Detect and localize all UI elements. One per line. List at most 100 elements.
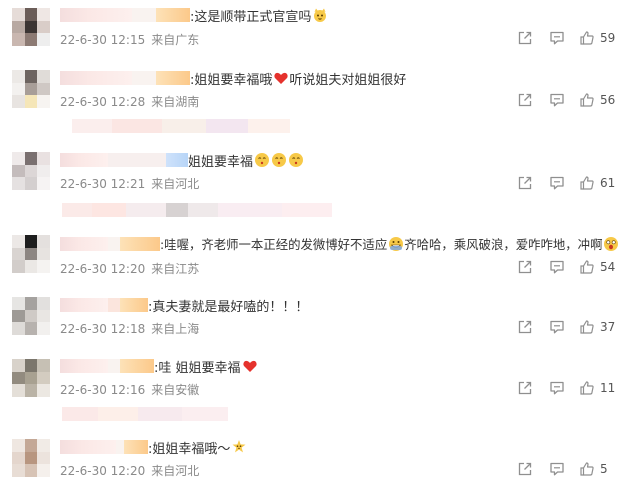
comment-date: 22-6-30 12:28 [60,95,146,109]
share-button[interactable] [516,460,534,478]
username-blur[interactable] [60,359,108,373]
kiss-face-icon [289,153,304,167]
comment-content: :哇喔，齐老师一本正经的发微博好不适应 齐哈哈，乘风破浪，爱咋咋地，冲啊 [60,234,619,254]
comment-content: :哇 姐姐要幸福 [60,356,258,376]
comment-icon [550,462,564,476]
comment-actions: 61 [516,174,615,192]
share-icon [518,93,532,107]
reply-preview-blur[interactable] [72,119,290,133]
share-button[interactable] [516,29,534,47]
comment-location: 来自河北 [151,177,200,191]
comment-text: 姐姐要幸福 [188,154,254,170]
badge-blur [120,298,148,312]
comment-actions: 5 [516,460,608,478]
reply-button[interactable] [548,91,566,109]
thumb-up-icon [580,462,594,476]
username-blur[interactable] [60,440,116,454]
reply-button[interactable] [548,258,566,276]
like-button[interactable] [578,318,596,336]
shocked-face-icon [604,237,619,251]
comment-actions: 59 [516,29,615,47]
kiss-face-icon [272,153,287,167]
comment-text: :哇喔，齐老师一本正经的发微博好不适应 [160,237,388,252]
red-heart-icon [274,72,289,84]
comment-icon [550,320,564,334]
like-button[interactable] [578,460,596,478]
comment-content: :真夫妻就是最好嗑的！！！ [60,295,308,315]
reply-button[interactable] [548,460,566,478]
like-button[interactable] [578,29,596,47]
comment-actions: 11 [516,379,615,397]
share-button[interactable] [516,91,534,109]
comment-content: :这是顺带正式官宣吗 [60,5,328,25]
kiss-face-icon [255,153,270,167]
share-button[interactable] [516,379,534,397]
share-button[interactable] [516,174,534,192]
like-button[interactable] [578,174,596,192]
reply-button[interactable] [548,318,566,336]
comment-meta: 22-6-30 12:15 来自广东 [60,31,199,48]
badge-blur [120,359,154,373]
comment-meta: 22-6-30 12:16 来自安徽 [60,381,199,398]
like-count: 37 [600,320,616,334]
avatar[interactable] [12,439,50,477]
username-blur[interactable] [60,237,108,251]
comment-date: 22-6-30 12:20 [60,262,146,276]
comment-content: 姐姐要幸福 [60,150,304,170]
username-blur[interactable] [60,153,108,167]
share-button[interactable] [516,258,534,276]
thumb-up-icon [580,320,594,334]
avatar[interactable] [12,70,50,108]
thumb-up-icon [580,31,594,45]
comment-meta: 22-6-30 12:20 来自江苏 [60,260,199,277]
avatar[interactable] [12,359,50,397]
comment-location: 来自上海 [151,322,200,336]
like-count: 54 [600,260,616,274]
username-blur[interactable] [60,8,132,22]
username-blur-tail [132,71,156,85]
reply-preview-blur[interactable] [62,203,332,217]
comment-icon [550,260,564,274]
comment-text-2: 听说姐夫对姐姐很好 [289,72,407,88]
thumb-up-icon [580,260,594,274]
reply-button[interactable] [548,379,566,397]
comment-date: 22-6-30 12:16 [60,383,146,397]
comment-date: 22-6-30 12:15 [60,33,146,47]
username-blur[interactable] [60,71,132,85]
share-button[interactable] [516,318,534,336]
username-blur[interactable] [60,298,108,312]
like-count: 5 [600,462,608,476]
cat-face-icon [314,8,327,22]
share-icon [518,381,532,395]
badge-blur [156,71,190,85]
comment-location: 来自江苏 [151,262,200,276]
reply-preview-blur[interactable] [62,407,228,421]
comment-location: 来自广东 [151,33,200,47]
comment-meta: 22-6-30 12:18 来自上海 [60,320,199,337]
badge-blur [120,237,160,251]
comment-text: :哇 姐姐要幸福 [154,360,241,376]
like-button[interactable] [578,258,596,276]
red-heart-icon [242,360,257,372]
reply-button[interactable] [548,29,566,47]
avatar[interactable] [12,8,50,46]
avatar[interactable] [12,297,50,335]
comment-content: :姐姐要幸福哦 听说姐夫对姐姐很好 [60,68,406,88]
comment-icon [550,93,564,107]
avatar[interactable] [12,152,50,190]
like-count: 61 [600,176,616,190]
comment-text: :姐姐幸福哦～ [148,441,231,457]
share-icon [518,320,532,334]
comment-content: :姐姐幸福哦～ [60,437,247,457]
comment-location: 来自安徽 [151,383,200,397]
comment-date: 22-6-30 12:21 [60,177,146,191]
like-button[interactable] [578,91,596,109]
like-button[interactable] [578,379,596,397]
reply-button[interactable] [548,174,566,192]
thumb-up-icon [580,381,594,395]
avatar[interactable] [12,235,50,273]
username-blur-tail [108,237,120,251]
like-count: 59 [600,31,616,45]
comment-icon [550,381,564,395]
comment-text: :真夫妻就是最好嗑的！！！ [148,299,309,315]
